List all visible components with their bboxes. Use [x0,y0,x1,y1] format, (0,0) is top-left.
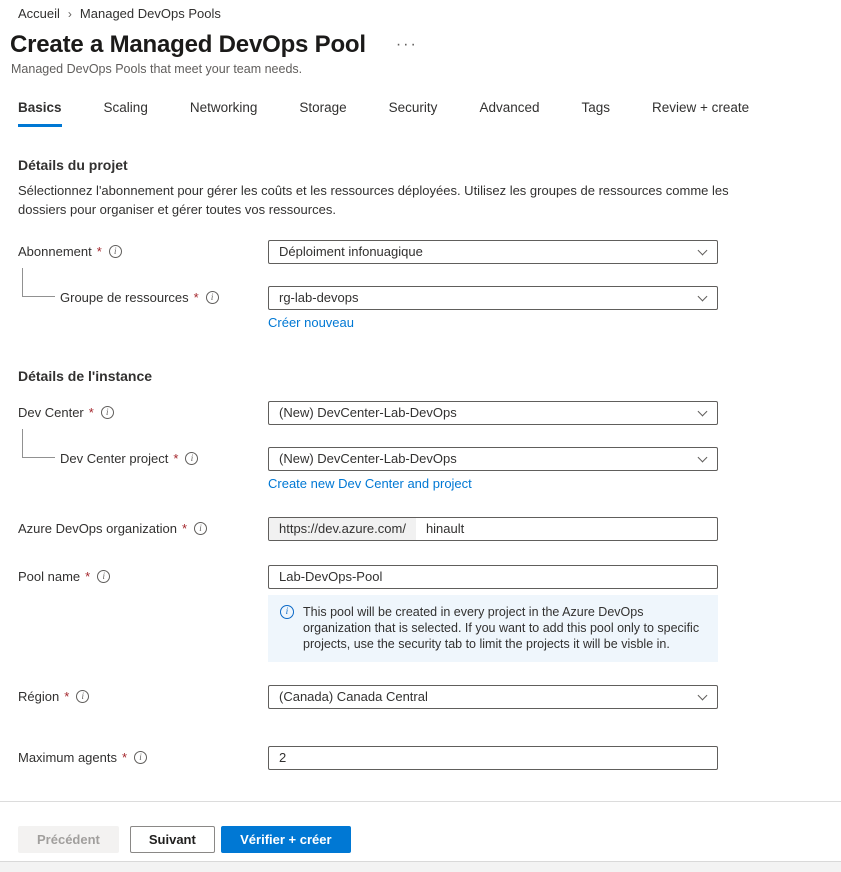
resource-group-dropdown[interactable]: rg-lab-devops [268,286,718,310]
tab-tags[interactable]: Tags [581,100,610,127]
resource-group-value: rg-lab-devops [279,290,690,305]
tab-security[interactable]: Security [389,100,438,127]
tab-scaling[interactable]: Scaling [104,100,148,127]
chevron-down-icon [698,247,707,256]
dev-center-project-label: Dev Center project [60,451,168,466]
tab-basics[interactable]: Basics [18,100,62,127]
create-new-resource-group-link[interactable]: Créer nouveau [268,315,354,330]
more-options-icon[interactable]: ··· [392,35,422,55]
chevron-down-icon [698,293,707,302]
dev-center-project-row: Dev Center project * (New) DevCenter-Lab… [18,447,823,471]
child-field-connector [22,268,55,297]
child-field-connector [22,429,55,458]
info-icon [280,605,294,619]
max-agents-row: Maximum agents * [18,746,823,770]
required-mark: * [85,569,90,584]
form-scroll-area[interactable]: Détails du projet Sélectionnez l'abonnem… [0,133,841,800]
pool-name-input[interactable] [269,566,717,588]
required-mark: * [97,244,102,259]
page-title: Create a Managed DevOps Pool [10,31,366,59]
bottom-status-strip [0,861,841,872]
previous-button[interactable]: Précédent [18,826,119,853]
dev-center-project-value: (New) DevCenter-Lab-DevOps [279,451,690,466]
tab-networking[interactable]: Networking [190,100,258,127]
max-agents-input-group [268,746,718,770]
info-icon[interactable] [194,522,207,535]
chevron-down-icon [698,408,707,417]
info-icon[interactable] [101,406,114,419]
info-icon[interactable] [185,452,198,465]
region-value: (Canada) Canada Central [279,689,690,704]
required-mark: * [64,689,69,704]
tab-review-create[interactable]: Review + create [652,100,749,127]
pool-name-input-group [268,565,718,589]
breadcrumb-separator-icon: › [68,7,72,21]
section-heading-project-details: Détails du projet [18,157,823,173]
region-label: Région [18,689,59,704]
info-icon[interactable] [109,245,122,258]
dev-center-label: Dev Center [18,405,84,420]
breadcrumb: Accueil › Managed DevOps Pools [0,0,841,21]
wizard-tabs: Basics Scaling Networking Storage Securi… [0,100,841,127]
section-heading-instance-details: Détails de l'instance [18,368,823,384]
tab-advanced[interactable]: Advanced [479,100,539,127]
chevron-down-icon [698,454,707,463]
dev-center-dropdown[interactable]: (New) DevCenter-Lab-DevOps [268,401,718,425]
info-icon[interactable] [134,751,147,764]
required-mark: * [182,521,187,536]
devops-org-row: Azure DevOps organization * https://dev.… [18,517,823,541]
max-agents-input[interactable] [269,747,717,769]
devops-org-input[interactable] [416,518,717,540]
max-agents-label: Maximum agents [18,750,117,765]
subscription-label: Abonnement [18,244,92,259]
next-button[interactable]: Suivant [130,826,215,853]
required-mark: * [89,405,94,420]
dev-center-project-dropdown[interactable]: (New) DevCenter-Lab-DevOps [268,447,718,471]
info-icon[interactable] [76,690,89,703]
subscription-dropdown[interactable]: Déploiment infonuagique [268,240,718,264]
pool-info-text: This pool will be created in every proje… [303,604,706,652]
devops-org-label: Azure DevOps organization [18,521,177,536]
pool-name-row: Pool name * [18,565,823,589]
devops-org-input-group: https://dev.azure.com/ [268,517,718,541]
breadcrumb-current: Managed DevOps Pools [80,6,221,21]
dev-center-value: (New) DevCenter-Lab-DevOps [279,405,690,420]
dev-center-row: Dev Center * (New) DevCenter-Lab-DevOps [18,401,823,425]
subscription-value: Déploiment infonuagique [279,244,690,259]
resource-group-row: Groupe de ressources * rg-lab-devops [18,286,823,310]
required-mark: * [194,290,199,305]
chevron-down-icon [698,692,707,701]
subscription-row: Abonnement * Déploiment infonuagique [18,240,823,264]
page-subtitle: Managed DevOps Pools that meet your team… [0,62,841,76]
required-mark: * [122,750,127,765]
wizard-footer: Précédent Suivant Vérifier + créer [0,801,841,861]
review-create-button[interactable]: Vérifier + créer [221,826,351,853]
create-managed-devops-pool-page: Accueil › Managed DevOps Pools Create a … [0,0,841,872]
pool-info-message: This pool will be created in every proje… [268,595,718,662]
info-icon[interactable] [97,570,110,583]
tab-storage[interactable]: Storage [299,100,346,127]
create-new-dev-center-link[interactable]: Create new Dev Center and project [268,476,472,491]
resource-group-label: Groupe de ressources [60,290,189,305]
devops-org-url-prefix: https://dev.azure.com/ [269,518,416,540]
region-row: Région * (Canada) Canada Central [18,685,823,709]
project-details-description: Sélectionnez l'abonnement pour gérer les… [18,182,730,220]
pool-name-label: Pool name [18,569,80,584]
required-mark: * [173,451,178,466]
region-dropdown[interactable]: (Canada) Canada Central [268,685,718,709]
breadcrumb-home[interactable]: Accueil [18,6,60,21]
info-icon[interactable] [206,291,219,304]
